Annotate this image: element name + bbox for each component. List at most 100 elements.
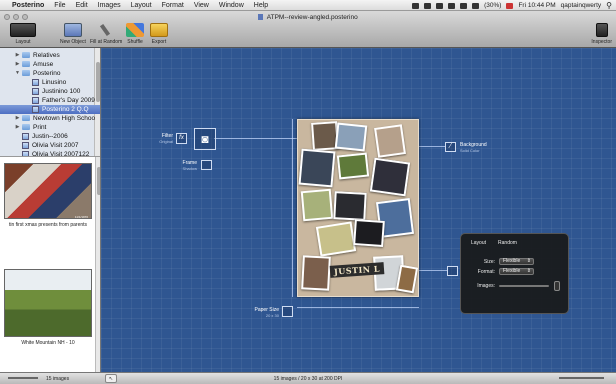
menu-user[interactable]: qaptainqwerty <box>561 2 601 9</box>
images-slider[interactable] <box>499 285 549 287</box>
filter-connector <box>214 138 297 139</box>
poster-photo[interactable] <box>301 255 331 291</box>
menu-help[interactable]: Help <box>254 0 268 10</box>
source-list-item[interactable]: ▶ Print <box>0 123 100 132</box>
poster-photo[interactable] <box>353 218 385 248</box>
source-list-item-label: Father's Day 2009 <box>42 97 95 104</box>
wifi-icon[interactable] <box>448 2 456 9</box>
source-list-item[interactable]: ▶ Newtown High Schoo <box>0 114 100 123</box>
document-icon <box>258 14 264 21</box>
images-stepper[interactable] <box>554 281 560 291</box>
export-button[interactable]: Export <box>150 23 168 45</box>
thumbnail-caption: tin first xmas presents from parents <box>8 222 88 228</box>
menu-window[interactable]: Window <box>219 0 244 10</box>
status-bar: 15 images ↖ 15 images / 20 x 30 at 200 D… <box>0 372 616 384</box>
menu-clock[interactable]: Fri 10:44 PM <box>518 2 555 9</box>
tab-random[interactable]: Random <box>498 240 517 246</box>
poster-photo[interactable] <box>315 221 357 257</box>
photo-date: 11/1/1970 <box>74 215 88 219</box>
image-thumbnail[interactable]: 11/1/1970 tin first xmas presents from p… <box>2 163 94 228</box>
spotlight-icon[interactable]: ⚲ <box>606 1 612 10</box>
export-icon <box>150 23 168 37</box>
posterino-document-icon <box>22 141 29 149</box>
camera-icon[interactable]: ◙ <box>194 128 216 150</box>
disclosure-triangle-icon[interactable]: ▶ <box>14 51 21 60</box>
inspector-icon <box>595 23 608 37</box>
paper-icon[interactable] <box>282 306 293 317</box>
chevron-updown-icon: ⇕ <box>526 258 531 264</box>
menu-format[interactable]: Format <box>162 0 184 10</box>
filter-fx-icon[interactable]: fx <box>176 133 187 144</box>
disclosure-triangle-icon[interactable]: ▶ <box>14 114 21 123</box>
poster-photo[interactable] <box>369 157 411 197</box>
fill-at-random-button[interactable]: Fill at Random <box>90 23 122 45</box>
filter-label-group: Filter Original <box>153 133 173 145</box>
poster-photo[interactable] <box>298 148 336 188</box>
source-list-item[interactable]: Linusino <box>0 78 100 87</box>
menu-edit[interactable]: Edit <box>76 0 88 10</box>
menu-layout[interactable]: Layout <box>131 0 152 10</box>
size-popup[interactable]: Flexible ⇕ <box>499 258 534 265</box>
inspector-tabs: Layout Random <box>471 240 517 246</box>
chevron-updown-icon: ⇕ <box>526 268 531 274</box>
posterino-document-icon <box>22 132 29 140</box>
poster-photo[interactable] <box>300 188 334 222</box>
time-machine-icon[interactable] <box>424 2 432 9</box>
menu-app[interactable]: Posterino <box>12 0 44 10</box>
layout-grid-icon[interactable] <box>447 266 458 276</box>
poster-photo[interactable] <box>395 264 419 294</box>
volume-icon[interactable] <box>460 2 468 9</box>
source-list-item[interactable]: ▶ Amuse <box>0 60 100 69</box>
disclosure-triangle-icon[interactable]: ▶ <box>14 60 21 69</box>
menu-file[interactable]: File <box>54 0 65 10</box>
paper-size-label-group: Paper Size 20 x 30 <box>251 307 279 319</box>
source-list-item[interactable]: Posterino 2 Q.Q <box>0 105 100 114</box>
poster-photo[interactable] <box>334 122 368 152</box>
dropbox-icon[interactable] <box>412 2 420 9</box>
image-thumbnail[interactable]: White Mountain NH - 10 <box>2 269 94 346</box>
format-popup[interactable]: Flexible ⇕ <box>499 268 534 275</box>
zoom-slider[interactable] <box>559 377 604 379</box>
folder-icon <box>22 115 30 122</box>
brush-icon[interactable]: ⁄ <box>445 142 456 152</box>
disclosure-triangle-icon[interactable]: ▶ <box>14 123 21 132</box>
bluetooth-icon[interactable] <box>436 2 444 9</box>
size-label: Size: <box>483 259 495 265</box>
source-list-item[interactable]: Olivia Visit 2007 <box>0 141 100 150</box>
battery-percent[interactable]: (30%) <box>484 2 501 9</box>
posterino-document-icon <box>32 105 39 113</box>
thumbnail-caption: White Mountain NH - 10 <box>21 340 75 346</box>
shuffle-button[interactable]: Shuffle <box>126 23 144 45</box>
source-list-item-label: Justin--2006 <box>32 133 68 140</box>
source-list-item[interactable]: Justinino 100 <box>0 87 100 96</box>
poster-photo[interactable] <box>374 124 406 158</box>
battery-icon[interactable] <box>472 2 480 9</box>
new-object-button[interactable]: New Object <box>60 23 86 45</box>
source-list-item[interactable]: ▶ Relatives <box>0 51 100 60</box>
source-list-item-label: Newtown High Schoo <box>33 115 96 122</box>
layout-connector <box>419 270 447 271</box>
photo-white-mountain <box>4 269 92 337</box>
folder-icon <box>22 70 30 77</box>
layout-icon <box>10 23 36 37</box>
paper-size-value: 20 x 30 <box>265 313 279 318</box>
window-title: ATPM--review-angled.posterino <box>0 14 616 21</box>
source-list-item[interactable]: ▼ Posterino <box>0 69 100 78</box>
poster-photo[interactable] <box>333 191 367 221</box>
source-list-item-label: Linusino <box>42 79 67 86</box>
poster[interactable]: JUSTIN L <box>297 119 419 297</box>
tab-layout[interactable]: Layout <box>471 240 486 246</box>
source-list-item[interactable]: Father's Day 2009 <box>0 96 100 105</box>
flag-icon[interactable] <box>506 2 514 9</box>
disclosure-triangle-icon[interactable]: ▼ <box>14 69 21 78</box>
frame-icon[interactable] <box>201 160 212 170</box>
poster-canvas[interactable]: JUSTIN L Filter Original fx ◙ Frame Shad… <box>101 48 616 372</box>
layout-button[interactable]: Layout <box>10 23 36 45</box>
menu-view[interactable]: View <box>194 0 209 10</box>
menu-images[interactable]: Images <box>98 0 121 10</box>
poster-photo[interactable] <box>336 152 370 180</box>
frame-label-group: Frame Shadow <box>177 160 197 172</box>
inspector-button[interactable]: Inspector <box>591 23 612 45</box>
source-list-item[interactable]: Justin--2006 <box>0 132 100 141</box>
image-browser: 11/1/1970 tin first xmas presents from p… <box>0 156 100 372</box>
